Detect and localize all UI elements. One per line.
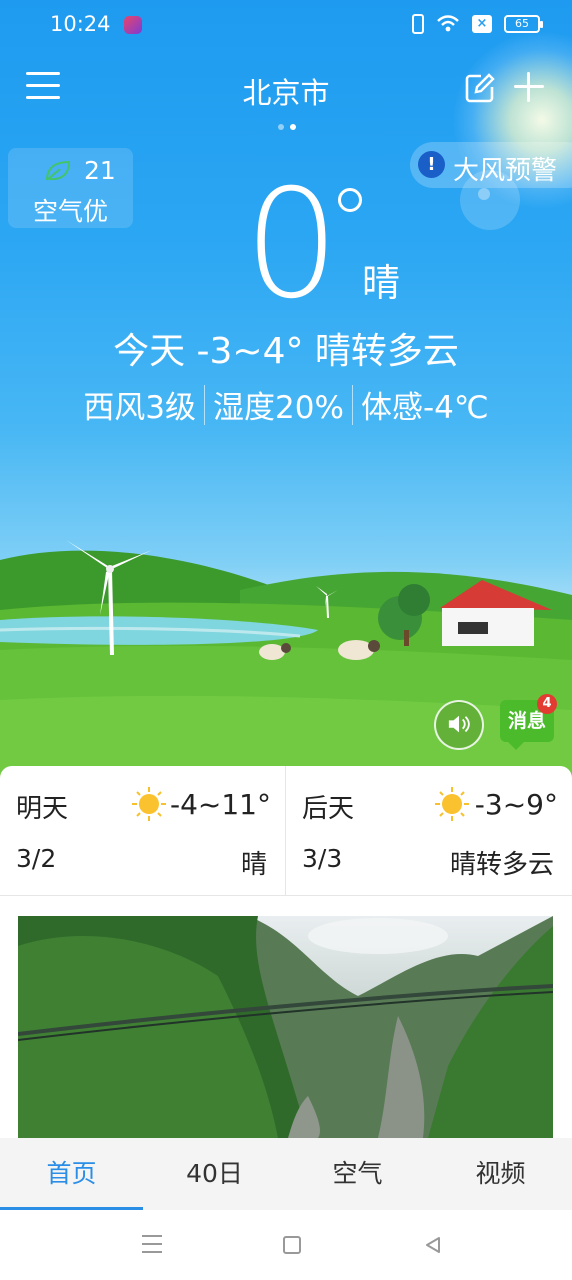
page-indicator [278, 124, 296, 130]
app-notification-icon [124, 16, 142, 34]
vibrate-icon [412, 14, 424, 34]
news-banner-image[interactable] [18, 916, 553, 1138]
forecast-condition: 晴 [240, 850, 267, 880]
no-sim-icon: × [472, 15, 492, 33]
weather-alert-button[interactable]: ! 大风预警 [410, 142, 572, 188]
forecast-date: 3/2 [16, 844, 57, 873]
alert-label: 大风预警 [453, 156, 558, 186]
lens-flare [478, 188, 490, 200]
voice-broadcast-button[interactable] [434, 700, 484, 750]
degree-symbol [338, 188, 362, 212]
tab-home[interactable]: 首页 [0, 1138, 143, 1210]
forecast-day-label: 明天 [16, 794, 69, 824]
alert-icon: ! [418, 151, 445, 178]
divider [351, 384, 353, 425]
landscape-illustration [0, 540, 572, 780]
back-icon[interactable] [424, 1236, 442, 1254]
system-nav-bar [0, 1210, 572, 1280]
tab-40-day[interactable]: 40日 [143, 1138, 286, 1210]
status-bar: 10:24 × 65 [0, 0, 572, 52]
wind-info: 西风3级 [83, 390, 197, 426]
forecast-day-label: 后天 [302, 794, 355, 824]
today-summary: 今天 -3~4° 晴转多云 [113, 331, 459, 372]
feels-like-info: 体感-4℃ [360, 390, 489, 426]
forecast-panel: 明天 -4~11° 3/2 晴 后天 -3~9° 3/3 晴转多云 [0, 766, 572, 896]
bottom-tab-bar: 首页 40日 空气 视频 [0, 1138, 572, 1210]
aqi-value: 21 [84, 156, 116, 185]
leaf-icon [46, 160, 71, 181]
weather-details: 西风3级 湿度20% 体感-4℃ [0, 382, 572, 427]
message-badge: 4 [537, 694, 557, 714]
forecast-temp: -4~11° [169, 788, 271, 821]
home-icon[interactable] [283, 1236, 301, 1254]
tab-video[interactable]: 视频 [429, 1138, 572, 1210]
aqi-card[interactable]: 21 空气优 [8, 148, 133, 228]
tab-air[interactable]: 空气 [286, 1138, 429, 1210]
forecast-condition: 晴转多云 [449, 850, 554, 880]
humidity-info: 湿度20% [213, 390, 344, 426]
aqi-label: 空气优 [32, 197, 108, 226]
forecast-date: 3/3 [302, 844, 343, 873]
forecast-day-tomorrow[interactable]: 明天 -4~11° 3/2 晴 [0, 766, 286, 896]
battery-icon: 65 [504, 15, 543, 33]
divider [204, 384, 206, 425]
status-time: 10:24 [50, 12, 111, 36]
forecast-temp: -3~9° [474, 788, 558, 821]
current-condition: 晴 [362, 261, 401, 305]
status-icons: × 65 [412, 14, 543, 34]
speaker-icon [448, 715, 470, 733]
sun-icon [132, 787, 166, 821]
current-temperature: 0 [244, 158, 340, 332]
wifi-icon [437, 15, 459, 32]
sun-icon [435, 787, 469, 821]
edit-icon[interactable] [464, 72, 496, 104]
forecast-day-after-tomorrow[interactable]: 后天 -3~9° 3/3 晴转多云 [286, 766, 572, 896]
recent-apps-icon[interactable] [142, 1235, 162, 1253]
add-city-icon[interactable] [512, 70, 546, 104]
